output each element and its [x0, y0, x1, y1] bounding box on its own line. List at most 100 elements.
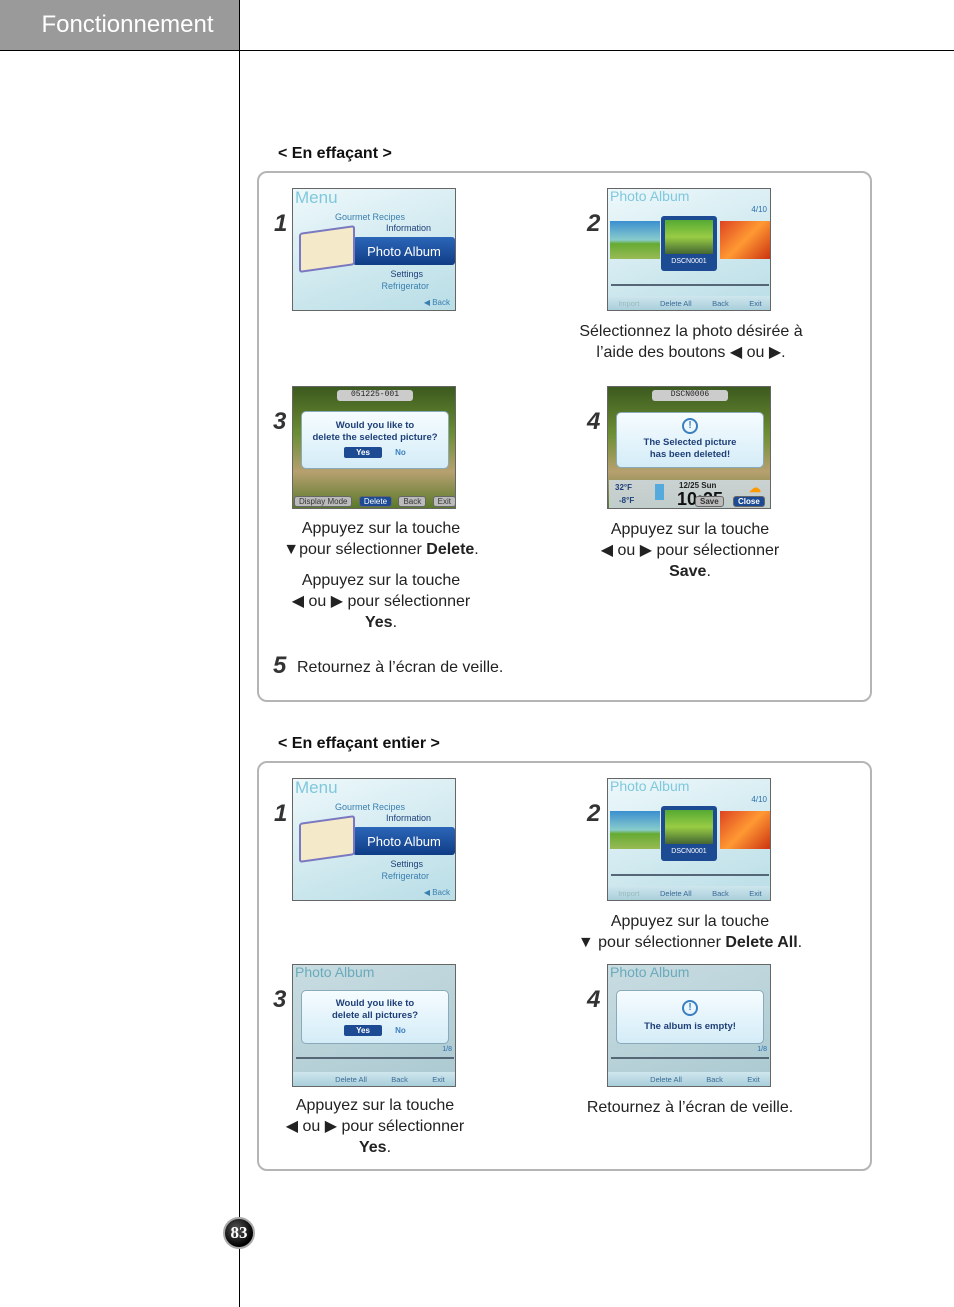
- progress-line: [611, 1057, 769, 1059]
- photo-counter: 1/8: [757, 1046, 767, 1053]
- caption-line: Appuyez sur la touche: [610, 913, 770, 930]
- photo-counter: 4/10: [751, 205, 767, 214]
- caption-text: ▼ pour sélectionner: [577, 934, 726, 951]
- photo-album-screen: Photo Album 4/10 DSCN0001 Import Delete A…: [607, 188, 771, 311]
- photo-album-icon: [299, 815, 355, 863]
- delete-confirm-screen: 051225-001 Would you like to delete the …: [292, 386, 456, 509]
- step-number: 4: [587, 408, 601, 435]
- caption-text: .: [392, 614, 398, 631]
- back-button: Back: [712, 298, 729, 308]
- back-button: Back: [391, 1074, 408, 1084]
- progress-line: [611, 874, 769, 876]
- fridge-temp: 32°F: [615, 483, 632, 492]
- filename: 051225-001: [337, 390, 413, 401]
- menu-item-selected: Photo Album: [353, 237, 455, 265]
- step2-caption: Appuyez sur la touche ▼ pour sélectionne…: [560, 911, 820, 953]
- delete-all-button: Delete All: [659, 298, 692, 308]
- horizontal-divider: [0, 50, 954, 51]
- exit-button: Exit: [749, 298, 762, 308]
- menu-item: Gourmet Recipes: [334, 802, 405, 812]
- caption-bold: Yes: [364, 614, 393, 631]
- exit-button: Exit: [749, 888, 762, 898]
- dialog-text: delete all pictures?: [331, 1010, 419, 1021]
- exit-button: Exit: [432, 1074, 445, 1084]
- weather-icon: ☁: [749, 481, 761, 495]
- section-header: Fonctionnement: [0, 0, 239, 50]
- dialog-text: Would you like to: [335, 420, 415, 431]
- yes-button: Yes: [344, 1025, 382, 1036]
- dialog-text: Would you like to: [335, 998, 415, 1009]
- caption-line: Sélectionnez la photo désirée à: [579, 323, 803, 340]
- delete-all-button: Delete All: [335, 1074, 367, 1084]
- step2-caption: Sélectionnez la photo désirée à l’aide d…: [560, 321, 822, 363]
- caption-bold: Delete: [426, 541, 475, 558]
- menu-item: Gourmet Recipes: [334, 212, 405, 222]
- delete-all-confirm-screen: Photo Album Would you like to delete all…: [292, 964, 456, 1087]
- step-number: 1: [274, 210, 288, 237]
- freezer-temp: -8°F: [619, 496, 635, 505]
- caption-text: .: [474, 541, 479, 558]
- button-bar: Delete All Back Exit: [293, 1072, 455, 1086]
- progress-line: [611, 284, 769, 286]
- menu-item: Settings: [390, 269, 423, 279]
- step-number: 4: [587, 986, 601, 1013]
- step3-caption: Appuyez sur la touche ◀ ou ▶ pour sélect…: [270, 1095, 480, 1158]
- caption-text: .: [706, 563, 711, 580]
- info-icon: !: [682, 1000, 698, 1016]
- step5-caption: Retournez à l’écran de veille.: [297, 659, 504, 676]
- button-bar: Import Delete All Back Exit: [608, 886, 770, 900]
- menu-item: Refrigerator: [381, 281, 429, 291]
- photo-album-screen: Photo Album 4/10 DSCN0001 Import Delete A…: [607, 778, 771, 901]
- import-button: Import: [618, 298, 640, 308]
- step-number: 1: [274, 800, 288, 827]
- step-number: 5: [273, 652, 287, 679]
- button-bar: Delete All Back Exit: [608, 1072, 770, 1086]
- confirm-dialog: Would you like to delete all pictures? Y…: [301, 990, 449, 1044]
- caption-text: ▼pour sélectionner: [283, 541, 427, 558]
- screen-title: Photo Album: [610, 964, 690, 980]
- step-number: 2: [587, 210, 601, 237]
- filename: DSCN0006: [652, 390, 728, 401]
- dialog-text: delete the selected picture?: [312, 432, 438, 443]
- yes-button: Yes: [344, 447, 382, 458]
- message-dialog: ! The Selected picture has been deleted!: [616, 412, 764, 468]
- info-icon: !: [682, 418, 698, 434]
- caption-line: Appuyez sur la touche: [610, 521, 770, 538]
- confirm-dialog: Would you like to delete the selected pi…: [301, 411, 449, 469]
- vertical-divider: [239, 0, 240, 1307]
- album-empty-screen: Photo Album ! The album is empty! 1/8 De…: [607, 964, 771, 1087]
- delete-button: Delete: [358, 496, 393, 507]
- step3-caption-b: Appuyez sur la touche ◀ ou ▶ pour sélect…: [276, 570, 486, 633]
- screen-title: Photo Album: [610, 188, 690, 204]
- caption-line: ◀ ou ▶ pour sélectionner: [285, 1118, 465, 1135]
- screen-title: Photo Album: [610, 778, 690, 794]
- photo-counter: 4/10: [751, 795, 767, 804]
- display-mode-button: Display Mode: [294, 496, 353, 507]
- screen-title: Menu: [295, 188, 338, 207]
- step4-caption: Appuyez sur la touche ◀ ou ▶ pour sélect…: [585, 519, 795, 582]
- menu-item-selected: Photo Album: [353, 827, 455, 855]
- section2-heading: < En effaçant entier >: [278, 735, 440, 752]
- photo-thumbnail: [720, 221, 770, 259]
- photo-album-icon: [299, 225, 355, 273]
- close-button: Close: [733, 496, 765, 507]
- caption-line: Appuyez sur la touche: [295, 1097, 455, 1114]
- exit-button: Exit: [747, 1074, 760, 1084]
- photo-counter: 1/8: [442, 1046, 452, 1053]
- caption-text: .: [386, 1139, 392, 1156]
- step3-caption-a: Appuyez sur la touche ▼pour sélectionner…: [276, 518, 486, 560]
- caption-text: .: [797, 934, 803, 951]
- delete-all-button: Delete All: [650, 1074, 682, 1084]
- back-label: ◀ Back: [423, 298, 450, 307]
- back-label: ◀ Back: [423, 888, 450, 897]
- menu-item: Refrigerator: [381, 871, 429, 881]
- caption-line: Appuyez sur la touche: [301, 572, 461, 589]
- step4-caption: Retournez à l’écran de veille.: [586, 1099, 794, 1116]
- progress-line: [296, 1057, 454, 1059]
- back-button: Back: [706, 1074, 723, 1084]
- dialog-text: has been deleted!: [649, 449, 731, 460]
- step-number: 3: [273, 986, 287, 1013]
- back-button: Back: [712, 888, 729, 898]
- message-dialog: ! The album is empty!: [616, 990, 764, 1044]
- exit-button: Exit: [432, 496, 455, 507]
